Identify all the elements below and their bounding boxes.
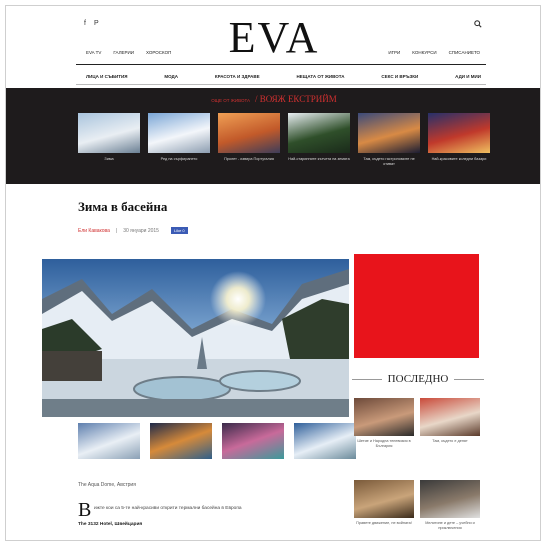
nav-item-sex[interactable]: СЕКС И ВРЪЗКИ (381, 74, 418, 79)
top-link-evatv[interactable]: EVA TV (86, 50, 101, 55)
latest-item-image[interactable] (420, 398, 480, 436)
main-nav: ЛИЦА И СЪБИТИЯ МОДА КРАСОТА И ЗДРАВЕ НЕЩ… (86, 74, 481, 79)
nav-item-food[interactable]: АДИ И МИИ (455, 74, 481, 79)
latest-item[interactable]: Мелитине и дете – учебни и приключения (420, 480, 480, 531)
top-links-left: EVA TV ГАЛЕРИИ ХОРОСКОП (86, 50, 171, 55)
page-frame: f P EVA EVA TV ГАЛЕРИИ ХОРОСКОП ИГРИ КОН… (5, 5, 541, 541)
article-dropcap: В (78, 499, 92, 521)
nav-item-beauty[interactable]: КРАСОТА И ЗДРАВЕ (215, 74, 260, 79)
band-item-caption[interactable]: Там, където гастрономите не отиват (358, 157, 420, 167)
band-item-image[interactable] (288, 113, 350, 153)
article-date: 30 януари 2015 (123, 227, 159, 234)
band-item[interactable]: Най-старинните кътчета на земята (288, 113, 350, 167)
top-link-galleries[interactable]: ГАЛЕРИИ (113, 50, 134, 55)
band-item-caption[interactable]: Най-старинните кътчета на земята (288, 157, 350, 162)
band-item[interactable]: Там, където гастрономите не отиват (358, 113, 420, 167)
nav-item-people[interactable]: ЛИЦА И СЪБИТИЯ (86, 74, 127, 79)
latest-item[interactable]: Там, където е денят (420, 398, 480, 444)
featured-band: ОЩЕ ОТ ЖИВОТА / ВОЯЖ ЕКСТРИЙМ Зима Ред н… (6, 88, 540, 184)
top-link-contests[interactable]: КОНКУРСИ (412, 50, 436, 55)
band-item-caption[interactable]: Пролет - извира Португалия (218, 157, 280, 162)
gallery-thumb[interactable] (294, 423, 356, 459)
article-subheading: The 3132 Hotel, Швейцария (78, 522, 143, 527)
band-item[interactable]: Най-красивите коледни базари (428, 113, 490, 167)
nav-item-fashion[interactable]: МОДА (164, 74, 178, 79)
gallery-thumb[interactable] (78, 423, 140, 459)
hero-image[interactable] (42, 259, 349, 417)
band-item-image[interactable] (218, 113, 280, 153)
article-gallery (78, 423, 356, 459)
gallery-thumb[interactable] (150, 423, 212, 459)
latest-item-caption[interactable]: Мелитине и дете – учебни и приключения (420, 521, 480, 531)
band-item-caption[interactable]: Ред на сърфирането (148, 157, 210, 162)
image-caption: The Aqua Dome, Австрия (78, 482, 136, 488)
band-item-caption[interactable]: Най-красивите коледни базари (428, 157, 490, 162)
gallery-thumb[interactable] (222, 423, 284, 459)
nav-item-life[interactable]: НЕЩАТА ОТ ЖИВОТА (297, 74, 345, 79)
advertisement-block[interactable] (354, 254, 479, 358)
nav-divider (76, 84, 486, 85)
band-thumbnails: Зима Ред на сърфирането Пролет - извира … (78, 113, 490, 167)
header-divider (76, 64, 486, 65)
article-title: Зима в басейна (78, 199, 168, 214)
band-item-image[interactable] (148, 113, 210, 153)
band-item[interactable]: Зима (78, 113, 140, 167)
latest-item-caption[interactable]: Шетие и Народна телевизия в България (354, 439, 414, 449)
latest-item[interactable]: Правете движение, не войната! (354, 480, 414, 526)
band-item-image[interactable] (78, 113, 140, 153)
article-intro: ижте кои са 5-те най-красиви открити тер… (94, 506, 242, 511)
top-link-games[interactable]: ИГРИ (388, 50, 400, 55)
article-author[interactable]: Ели Кавакова (78, 228, 110, 234)
latest-item-image[interactable] (354, 398, 414, 436)
latest-item-image[interactable] (420, 480, 480, 518)
article-meta: Ели Кавакова | 30 януари 2015 Like 0 (78, 227, 188, 234)
top-links-right: ИГРИ КОНКУРСИ СПИСАНИЕТО (388, 50, 480, 55)
top-link-magazine[interactable]: СПИСАНИЕТО (449, 50, 480, 55)
meta-separator: | (115, 227, 118, 234)
facebook-like-button[interactable]: Like 0 (170, 227, 188, 234)
latest-item-caption[interactable]: Правете движение, не войната! (354, 521, 414, 526)
band-item-image[interactable] (428, 113, 490, 153)
band-item[interactable]: Пролет - извира Португалия (218, 113, 280, 167)
latest-item[interactable]: Шетие и Народна телевизия в България (354, 398, 414, 449)
band-item-caption[interactable]: Зима (78, 157, 140, 162)
latest-heading: ПОСЛЕДНО (352, 373, 484, 385)
latest-item-caption[interactable]: Там, където е денят (420, 439, 480, 444)
band-item[interactable]: Ред на сърфирането (148, 113, 210, 167)
top-link-horoscope[interactable]: ХОРОСКОП (146, 50, 171, 55)
latest-item-image[interactable] (354, 480, 414, 518)
band-item-image[interactable] (358, 113, 420, 153)
band-title: ОЩЕ ОТ ЖИВОТА / ВОЯЖ ЕКСТРИЙМ (211, 94, 337, 104)
